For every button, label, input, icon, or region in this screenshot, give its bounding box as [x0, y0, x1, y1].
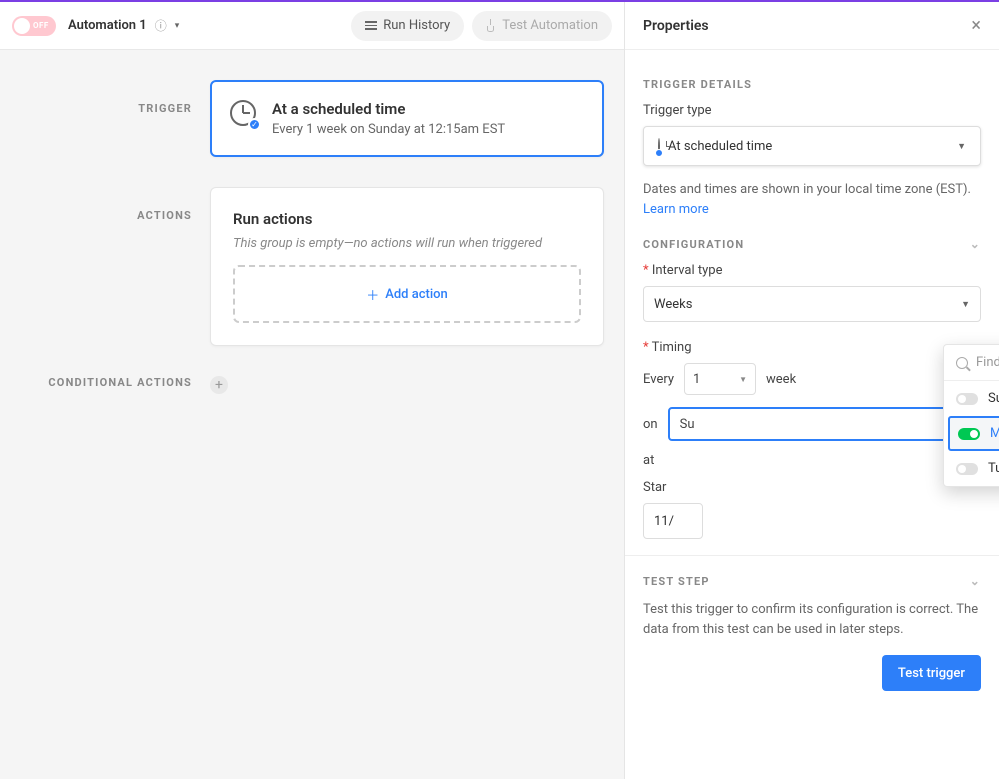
add-conditional-group-button[interactable]: +: [210, 376, 228, 394]
title-dropdown-caret[interactable]: ▾: [175, 21, 180, 31]
close-panel-button[interactable]: ×: [971, 15, 981, 36]
actions-card-title: Run actions: [233, 210, 581, 228]
toggle-icon: [956, 463, 978, 475]
weekday-option-sunday[interactable]: Sunday: [944, 381, 999, 416]
chevron-down-icon: ▼: [739, 375, 747, 384]
every-suffix: week: [766, 372, 796, 387]
actions-rail-label: ACTIONS: [20, 187, 210, 222]
automation-enabled-toggle[interactable]: OFF: [12, 16, 56, 36]
toggle-icon: [958, 428, 980, 440]
timezone-note: Dates and times are shown in your local …: [643, 180, 981, 219]
canvas-header: OFF Automation 1 ⓘ ▾ Run History Test Au…: [0, 2, 624, 50]
chevron-down-icon: ⌄: [970, 237, 981, 251]
trigger-rail-label: TRIGGER: [20, 80, 210, 115]
weekday-search[interactable]: Find a weekday: [944, 345, 999, 381]
test-trigger-button[interactable]: Test trigger: [882, 655, 981, 691]
run-history-button[interactable]: Run History: [351, 11, 464, 41]
trigger-type-label: Trigger type: [643, 103, 981, 118]
automation-title[interactable]: Automation 1: [68, 18, 147, 33]
test-automation-button[interactable]: Test Automation: [472, 11, 612, 41]
start-label-partial: Star: [643, 480, 981, 495]
chevron-down-icon: ▼: [961, 299, 970, 310]
chevron-down-icon: ⌄: [970, 574, 981, 588]
weekday-select[interactable]: Su ▼: [668, 407, 981, 441]
toggle-off-label: OFF: [33, 21, 49, 30]
weekday-dropdown: Find a weekday Sunday Monday: [943, 344, 999, 487]
trigger-details-heading: TRIGGER DETAILS: [643, 78, 981, 91]
every-prefix: Every: [643, 372, 674, 387]
timing-label: Timing: [643, 340, 981, 355]
plus-icon: ＋: [366, 285, 379, 304]
start-date-input[interactable]: 11/: [643, 503, 703, 539]
search-icon: [956, 357, 968, 369]
test-step-description: Test this trigger to confirm its configu…: [643, 600, 981, 639]
info-icon[interactable]: ⓘ: [155, 17, 167, 34]
weekday-option-tuesday[interactable]: Tuesday: [944, 451, 999, 486]
at-label: at: [643, 453, 654, 468]
trigger-type-select[interactable]: At scheduled time ▼: [643, 126, 981, 166]
trigger-card-subtitle: Every 1 week on Sunday at 12:15am EST: [272, 122, 505, 137]
test-step-heading[interactable]: TEST STEP ⌄: [643, 574, 981, 588]
add-action-button[interactable]: ＋ Add action: [233, 265, 581, 323]
automation-canvas: OFF Automation 1 ⓘ ▾ Run History Test Au…: [0, 2, 624, 779]
clock-icon: [230, 100, 258, 128]
interval-type-label: Interval type: [643, 263, 981, 278]
toggle-icon: [956, 393, 978, 405]
canvas-body: TRIGGER At a scheduled time Every 1 week…: [0, 50, 624, 779]
properties-panel: Properties × TRIGGER DETAILS Trigger typ…: [624, 2, 999, 779]
panel-header: Properties ×: [625, 2, 999, 50]
actions-empty-text: This group is empty—no actions will run …: [233, 236, 581, 251]
check-badge-icon: [248, 118, 261, 131]
actions-card: Run actions This group is empty—no actio…: [210, 187, 604, 346]
flask-icon: [486, 19, 496, 32]
configuration-heading[interactable]: CONFIGURATION ⌄: [643, 237, 981, 251]
interval-type-select[interactable]: Weeks ▼: [643, 286, 981, 322]
list-icon: [365, 19, 377, 32]
learn-more-link[interactable]: Learn more: [643, 202, 709, 217]
on-label: on: [643, 417, 658, 432]
trigger-card-title: At a scheduled time: [272, 100, 505, 118]
trigger-card[interactable]: At a scheduled time Every 1 week on Sund…: [210, 80, 604, 157]
every-count-input[interactable]: 1 ▼: [684, 363, 756, 395]
panel-title: Properties: [643, 18, 709, 34]
weekday-option-monday[interactable]: Monday: [948, 416, 999, 451]
chevron-down-icon: ▼: [957, 141, 966, 152]
conditional-actions-rail-label: CONDITIONAL ACTIONS: [20, 376, 210, 389]
